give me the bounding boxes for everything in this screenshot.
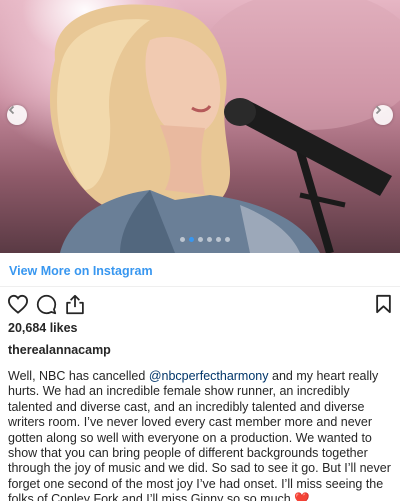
carousel-dot xyxy=(189,237,194,242)
share-upload-icon[interactable] xyxy=(65,294,85,315)
action-bar xyxy=(0,292,400,318)
carousel-prev-button[interactable] xyxy=(7,105,27,125)
carousel-dot xyxy=(180,237,185,242)
chevron-left-icon xyxy=(8,105,15,115)
singer-photo xyxy=(49,0,400,253)
view-more-row: View More on Instagram xyxy=(0,253,400,287)
comment-bubble-icon[interactable] xyxy=(36,294,57,315)
chevron-right-icon xyxy=(375,105,382,115)
caption-text-end: and my heart really hurts. We had an inc… xyxy=(8,369,391,501)
post-image[interactable] xyxy=(0,0,400,253)
caption-text-start: Well, NBC has cancelled xyxy=(8,369,149,383)
bookmark-icon[interactable] xyxy=(375,294,392,314)
carousel-dot xyxy=(198,237,203,242)
carousel-indicator xyxy=(180,237,230,242)
heart-emoji-icon: ❤️ xyxy=(294,492,310,501)
carousel-dot xyxy=(207,237,212,242)
author-username[interactable]: therealannacamp xyxy=(8,343,111,357)
like-count[interactable]: 20,684 likes xyxy=(8,321,78,335)
carousel-next-button[interactable] xyxy=(373,105,393,125)
view-more-link[interactable]: View More on Instagram xyxy=(9,264,153,278)
heart-outline-icon[interactable] xyxy=(7,294,29,314)
carousel-dot xyxy=(216,237,221,242)
carousel-dot xyxy=(225,237,230,242)
post-caption: Well, NBC has cancelled @nbcperfectharmo… xyxy=(8,369,396,501)
caption-mention-link[interactable]: @nbcperfectharmony xyxy=(149,369,269,383)
